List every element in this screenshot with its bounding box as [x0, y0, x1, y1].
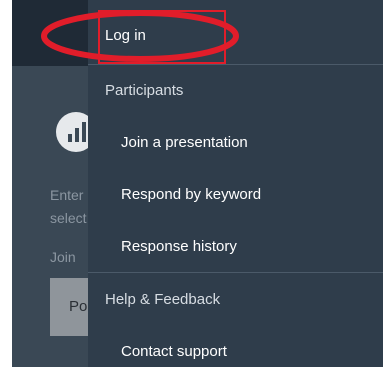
menu-item-contact-support[interactable]: Contact support [88, 325, 383, 367]
menu-item-label: Respond by keyword [121, 185, 262, 203]
menu-item-join-presentation[interactable]: Join a presentation [88, 116, 383, 168]
background-text-line: Join [50, 249, 76, 265]
navigation-drawer: Log in Participants Join a presentation … [88, 0, 383, 367]
participants-section-header: Participants [88, 64, 383, 116]
background-button-label: Po [69, 298, 88, 315]
menu-item-label: Join a presentation [121, 133, 248, 151]
menu-item-respond-by-keyword[interactable]: Respond by keyword [88, 168, 383, 220]
help-section-label: Help & Feedback [105, 290, 221, 308]
help-section-header: Help & Feedback [88, 273, 383, 325]
menu-item-response-history[interactable]: Response history [88, 220, 383, 272]
background-text-line: select [50, 210, 87, 226]
background-text-line: Enter [50, 187, 84, 203]
login-label: Log in [105, 26, 146, 44]
menu-item-label: Contact support [121, 342, 227, 360]
app-screen: Enter select Join Po Log in Participants… [12, 0, 383, 367]
login-menu-item[interactable]: Log in [88, 10, 383, 60]
menu-item-label: Response history [121, 237, 237, 255]
participants-section-label: Participants [105, 81, 184, 99]
